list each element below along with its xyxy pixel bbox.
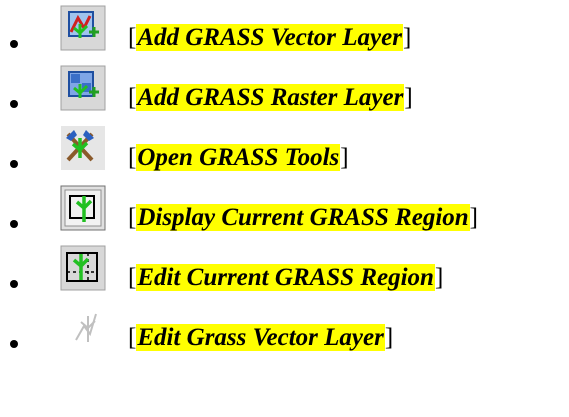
item-text: [Add GRASS Raster Layer] xyxy=(128,81,413,115)
item-label: Edit Current GRASS Region xyxy=(136,264,435,291)
item-label: Open GRASS Tools xyxy=(136,144,341,171)
item-text: [Open GRASS Tools] xyxy=(128,141,349,175)
item-text: [Add GRASS Vector Layer] xyxy=(128,21,411,55)
close-bracket: ] xyxy=(434,264,444,291)
close-bracket: ] xyxy=(402,24,412,51)
bullet xyxy=(10,160,18,168)
item-text: [Display Current GRASS Region] xyxy=(128,201,478,235)
list-item: [Display Current GRASS Region] xyxy=(0,180,569,236)
list-item: [Edit Current GRASS Region] xyxy=(0,240,569,296)
grass-tool-list: [Add GRASS Vector Layer] [Add GRASS Rast… xyxy=(0,0,569,417)
close-bracket: ] xyxy=(404,84,413,111)
item-label: Display Current GRASS Region xyxy=(136,204,470,231)
item-text: [Edit Current GRASS Region] xyxy=(128,261,443,295)
edit-grass-region-icon xyxy=(56,244,118,294)
close-bracket: ] xyxy=(469,204,478,231)
list-item: [Add GRASS Vector Layer] xyxy=(0,0,569,56)
close-bracket: ] xyxy=(384,324,394,351)
bullet xyxy=(10,40,18,48)
display-grass-region-icon xyxy=(56,184,118,234)
item-label: Edit Grass Vector Layer xyxy=(136,324,385,351)
add-grass-raster-layer-icon xyxy=(56,64,118,114)
open-grass-tools-icon xyxy=(56,124,118,174)
list-item: [Add GRASS Raster Layer] xyxy=(0,60,569,116)
bullet xyxy=(10,220,18,228)
bullet xyxy=(10,280,18,288)
bullet xyxy=(10,100,18,108)
item-label: Add GRASS Raster Layer xyxy=(136,84,405,111)
item-text: [Edit Grass Vector Layer] xyxy=(128,321,393,355)
list-item: [Edit Grass Vector Layer] xyxy=(0,300,569,356)
add-grass-vector-layer-icon xyxy=(56,4,118,54)
item-label: Add GRASS Vector Layer xyxy=(136,24,403,51)
edit-grass-vector-layer-icon xyxy=(56,304,118,354)
list-item: [Open GRASS Tools] xyxy=(0,120,569,176)
close-bracket: ] xyxy=(340,144,349,171)
bullet xyxy=(10,340,18,348)
